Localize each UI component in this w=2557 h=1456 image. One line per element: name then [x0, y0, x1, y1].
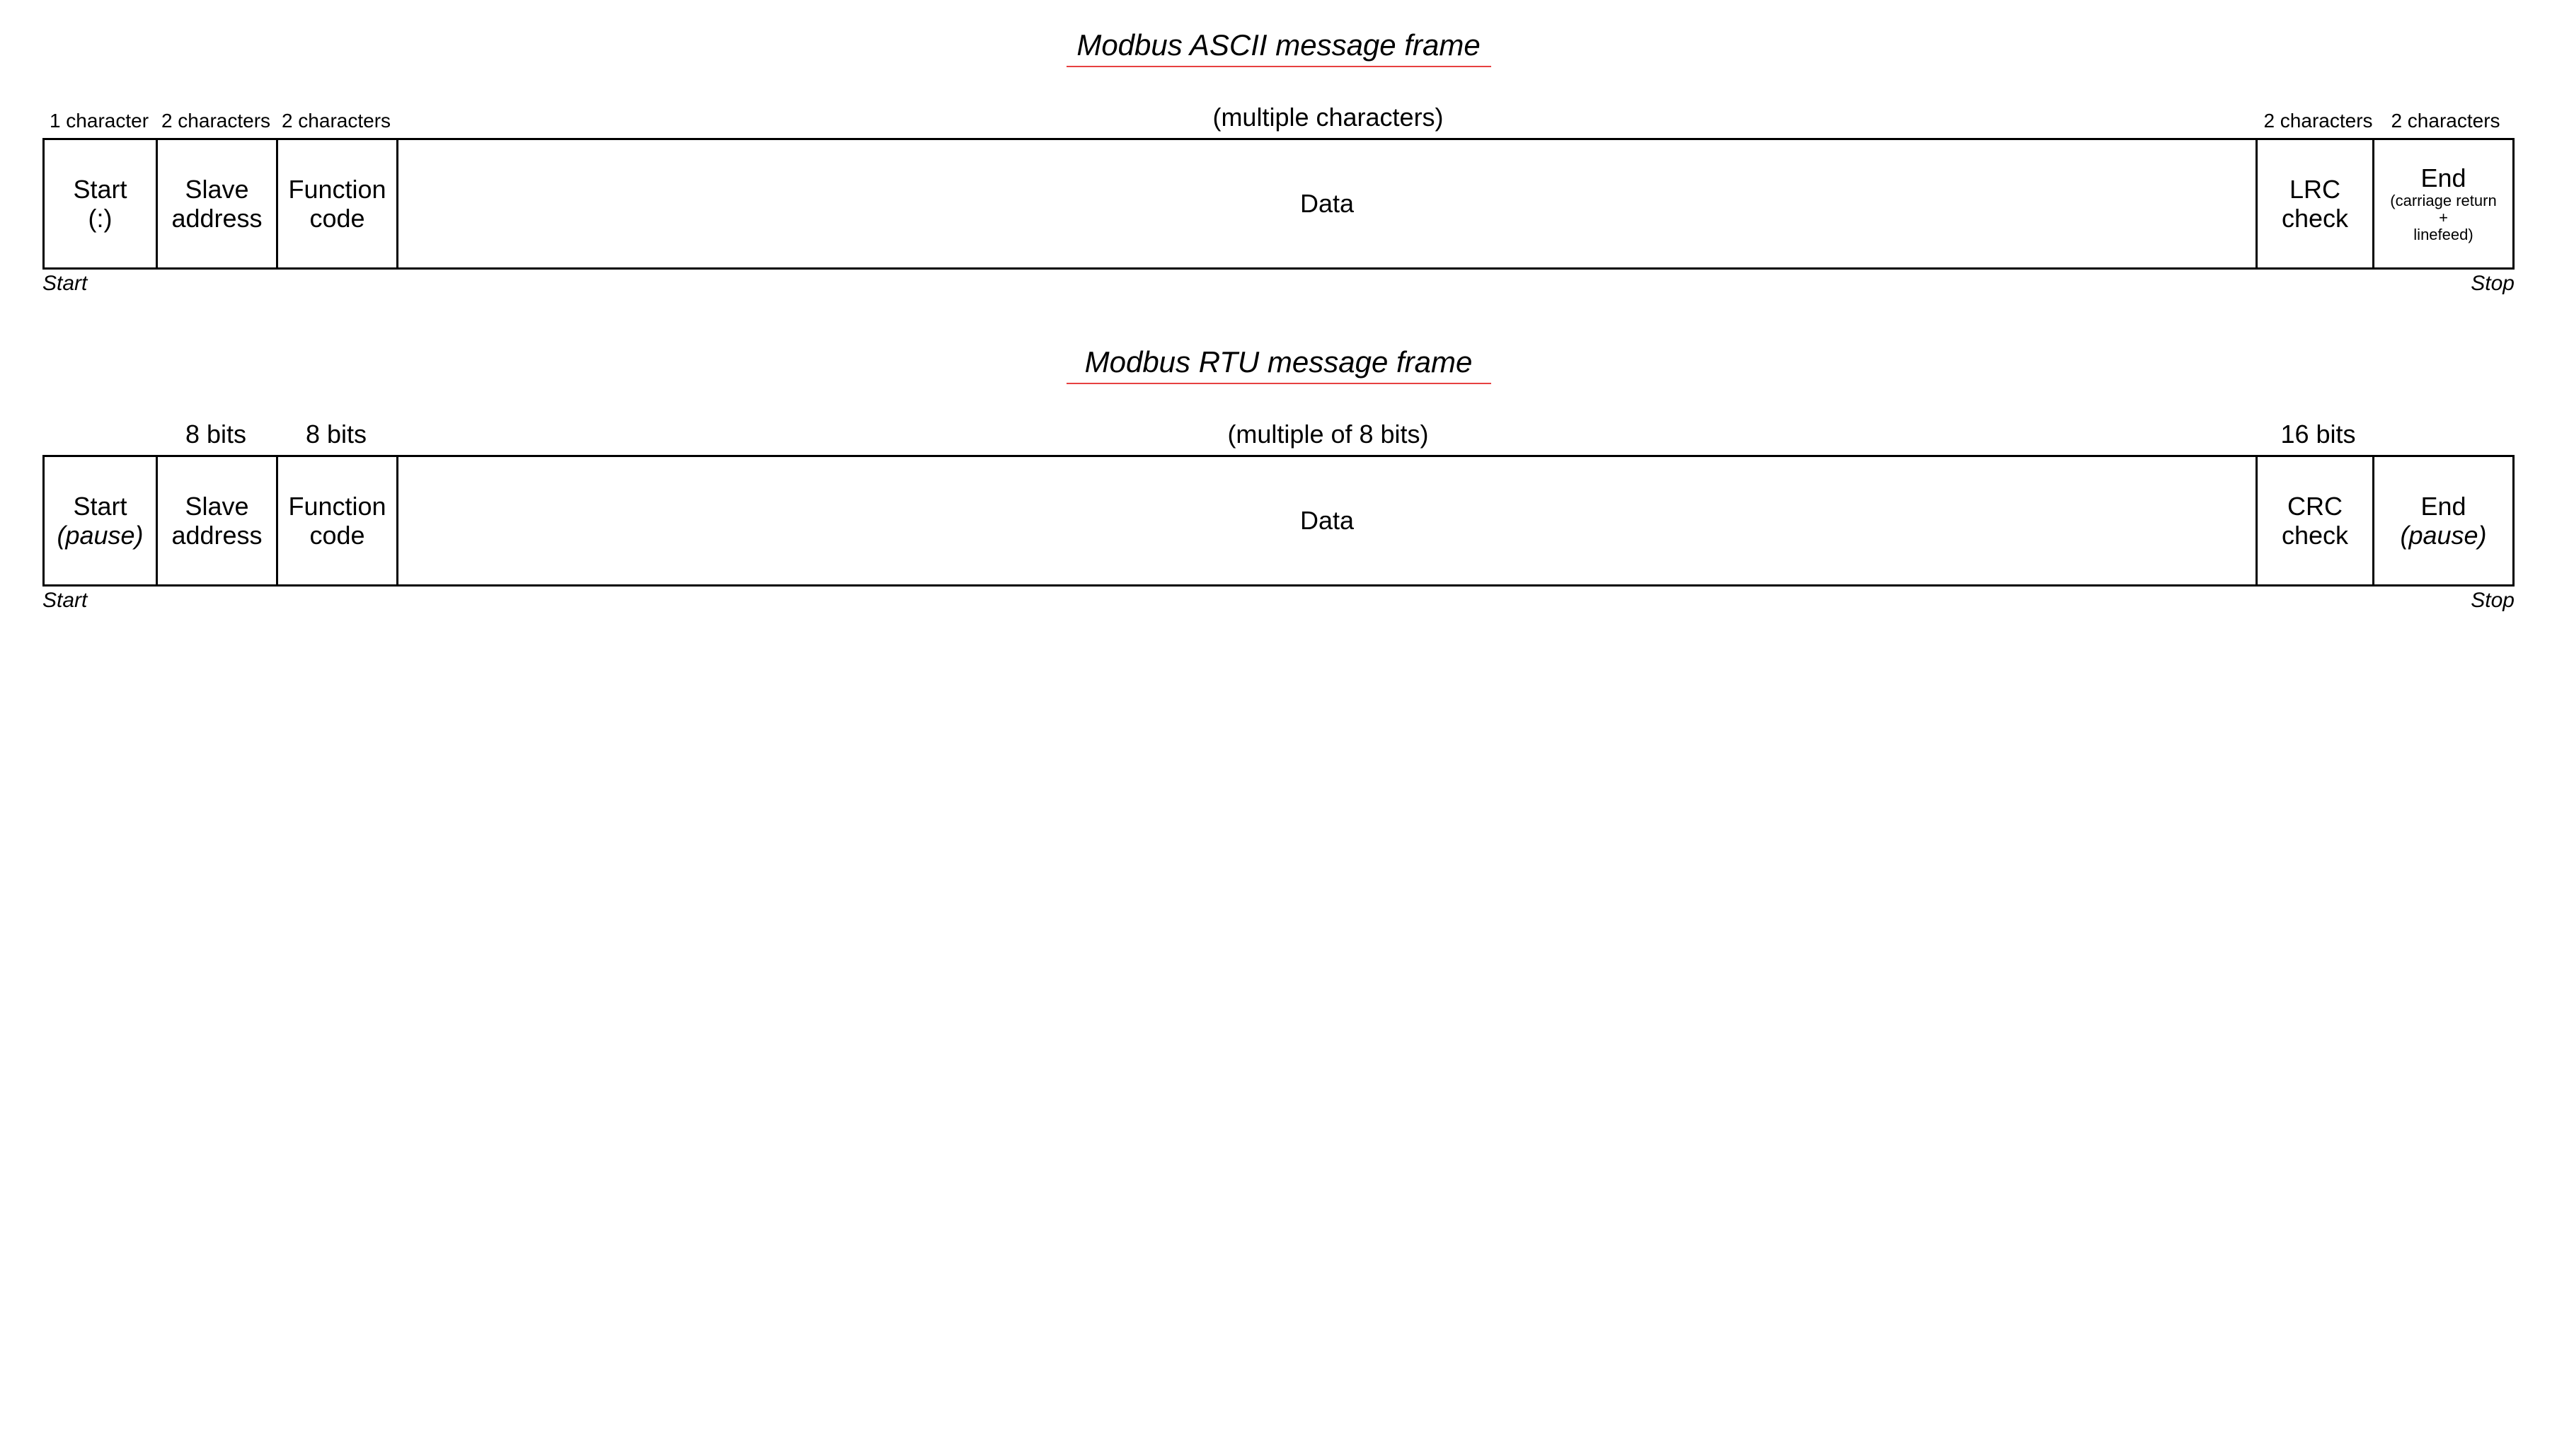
field-small: linefeed) — [2413, 226, 2473, 243]
rtu-size-data: (multiple of 8 bits) — [396, 420, 2260, 449]
field-small: + — [2439, 209, 2448, 226]
ascii-frame-container: 1 character 2 characters 2 characters (m… — [42, 103, 2515, 296]
ascii-size-start: 1 character — [42, 103, 156, 132]
rtu-size-addr: 8 bits — [156, 420, 276, 449]
field-small: (carriage return — [2390, 192, 2496, 209]
field-label: Start — [73, 492, 127, 521]
rtu-size-check: 16 bits — [2260, 420, 2377, 449]
ascii-title-underline — [1067, 66, 1491, 67]
rtu-size-func: 8 bits — [276, 420, 396, 449]
field-label: End — [2420, 492, 2466, 521]
rtu-size-row: 8 bits 8 bits (multiple of 8 bits) 16 bi… — [42, 420, 2515, 449]
ascii-size-row: 1 character 2 characters 2 characters (m… — [42, 103, 2515, 132]
field-sublabel: (pause) — [2400, 521, 2486, 550]
field-label: CRC — [2287, 492, 2343, 521]
ascii-field-check: LRC check — [2258, 140, 2374, 267]
ascii-size-data: (multiple characters) — [396, 103, 2260, 132]
marker-stop: Stop — [2471, 589, 2515, 613]
rtu-size-end — [2377, 420, 2515, 449]
ascii-size-addr: 2 characters — [156, 103, 276, 132]
ascii-field-addr: Slave address — [158, 140, 278, 267]
field-sublabel: (pause) — [57, 521, 143, 550]
ascii-field-start: Start (:) — [45, 140, 158, 267]
field-sublabel: address — [171, 204, 262, 233]
marker-stop: Stop — [2471, 272, 2515, 296]
rtu-field-addr: Slave address — [158, 457, 278, 584]
rtu-field-check: CRC check — [2258, 457, 2374, 584]
rtu-frame-container: 8 bits 8 bits (multiple of 8 bits) 16 bi… — [42, 420, 2515, 613]
rtu-title-underline — [1067, 383, 1491, 384]
ascii-field-data: Data — [398, 140, 2258, 267]
field-sublabel: check — [2282, 521, 2348, 550]
rtu-field-start: Start (pause) — [45, 457, 158, 584]
rtu-title: Modbus RTU message frame — [42, 345, 2515, 379]
field-label: Function — [288, 175, 386, 204]
ascii-size-end: 2 characters — [2377, 103, 2515, 132]
field-label: Start — [73, 175, 127, 204]
ascii-field-func: Function code — [278, 140, 398, 267]
rtu-boxes-row: Start (pause) Slave address Function cod… — [42, 455, 2515, 587]
ascii-markers: Start Stop — [42, 272, 2515, 296]
field-label: Function — [288, 492, 386, 521]
rtu-field-data: Data — [398, 457, 2258, 584]
rtu-field-func: Function code — [278, 457, 398, 584]
field-sublabel: check — [2282, 204, 2348, 233]
field-label: Data — [1300, 189, 1354, 218]
field-label: End — [2420, 164, 2466, 192]
field-sublabel: address — [171, 521, 262, 550]
ascii-size-check: 2 characters — [2260, 103, 2377, 132]
marker-start: Start — [42, 272, 87, 296]
field-label: LRC — [2289, 175, 2340, 204]
rtu-frame-section: Modbus RTU message frame 8 bits 8 bits (… — [42, 345, 2515, 613]
field-label: Slave — [185, 175, 248, 204]
ascii-title: Modbus ASCII message frame — [42, 28, 2515, 62]
field-sublabel: code — [309, 521, 364, 550]
rtu-field-end: End (pause) — [2374, 457, 2512, 584]
field-label: Slave — [185, 492, 248, 521]
field-label: Data — [1300, 506, 1354, 535]
rtu-size-start — [42, 420, 156, 449]
ascii-field-end: End (carriage return + linefeed) — [2374, 140, 2512, 267]
ascii-frame-section: Modbus ASCII message frame 1 character 2… — [42, 28, 2515, 296]
field-sublabel: (:) — [88, 204, 113, 233]
ascii-size-func: 2 characters — [276, 103, 396, 132]
field-sublabel: code — [309, 204, 364, 233]
marker-start: Start — [42, 589, 87, 613]
rtu-markers: Start Stop — [42, 589, 2515, 613]
ascii-boxes-row: Start (:) Slave address Function code Da… — [42, 138, 2515, 270]
end-stack: End (carriage return + linefeed) — [2390, 164, 2496, 243]
